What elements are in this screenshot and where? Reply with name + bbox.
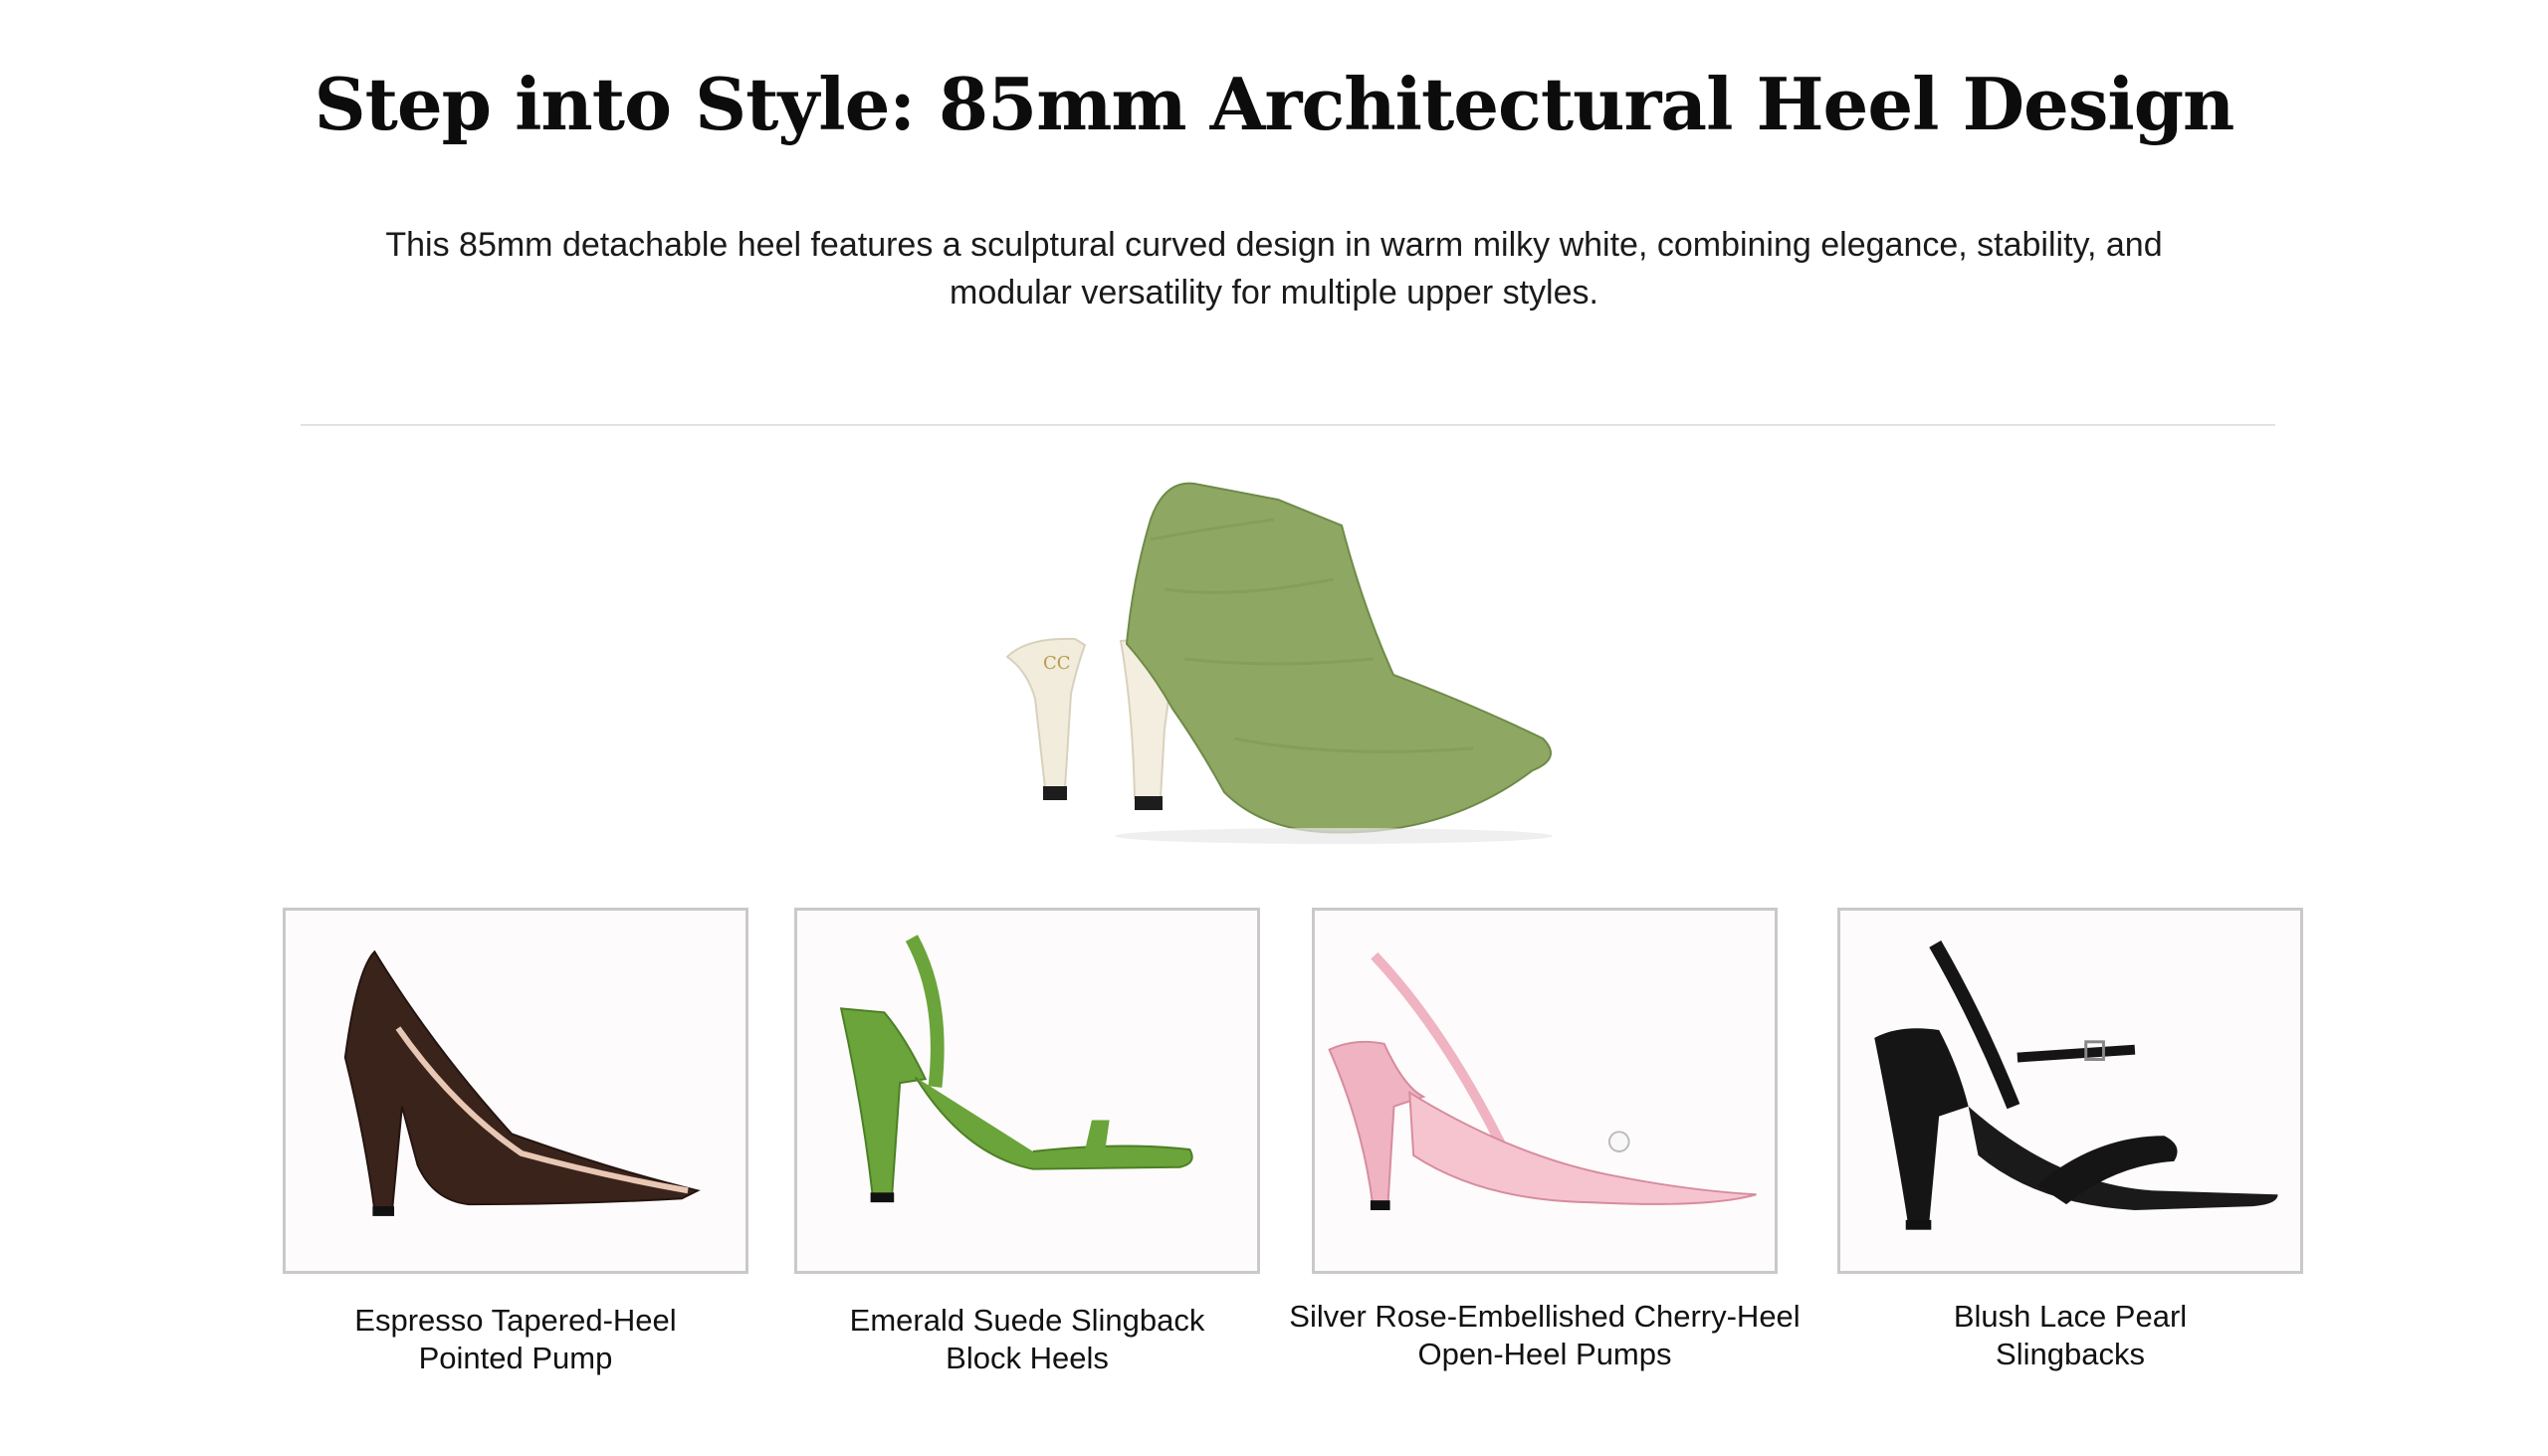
- product-card-3[interactable]: [1312, 908, 1778, 1274]
- product-card-2[interactable]: [794, 908, 1260, 1274]
- svg-text:CC: CC: [1043, 653, 1071, 674]
- product-name-line1: Silver Rose-Embellished Cherry-Heel: [1289, 1299, 1801, 1334]
- green-bootie-with-detachable-heel-icon: CC: [1005, 482, 1553, 844]
- product-name-line2: Slingbacks: [1996, 1337, 2145, 1371]
- product-name-line1: Blush Lace Pearl: [1953, 1299, 2188, 1334]
- product-caption-4: Blush Lace Pearl Slingbacks: [1802, 1298, 2339, 1373]
- product-card-1[interactable]: [283, 908, 748, 1274]
- product-caption-3: Silver Rose-Embellished Cherry-Heel Open…: [1276, 1298, 1813, 1373]
- product-caption-2: Emerald Suede Slingback Block Heels: [758, 1302, 1296, 1377]
- product-name-line2: Open-Heel Pumps: [1417, 1337, 1672, 1371]
- product-name-line2: Block Heels: [946, 1341, 1109, 1375]
- rose-slingback-pump-icon: [1328, 951, 1757, 1211]
- product-caption-1: Espresso Tapered-Heel Pointed Pump: [247, 1302, 784, 1377]
- product-name-line2: Pointed Pump: [418, 1341, 613, 1375]
- section-divider: [301, 424, 2275, 426]
- product-name-line1: Espresso Tapered-Heel: [354, 1303, 677, 1338]
- page-description: This 85mm detachable heel features a scu…: [385, 226, 2163, 312]
- page-title: Step into Style: 85mm Architectural Heel…: [314, 62, 2235, 146]
- slingback-block-heel-icon: [839, 935, 1193, 1203]
- product-card-4[interactable]: [1837, 908, 2303, 1274]
- product-name-line1: Emerald Suede Slingback: [849, 1303, 1205, 1338]
- hero-image: CC: [975, 460, 1612, 848]
- strappy-sandal-icon: [1874, 939, 2278, 1230]
- pointed-pump-icon: [343, 949, 701, 1216]
